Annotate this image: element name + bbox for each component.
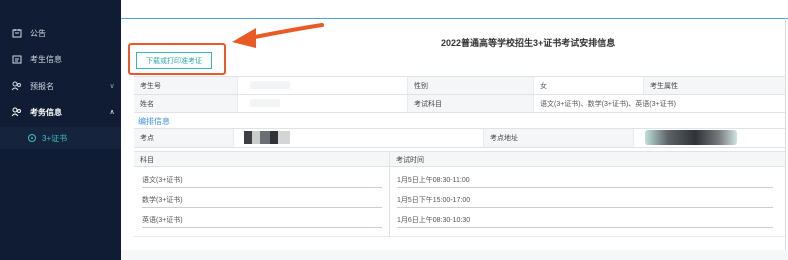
id-card-icon: [11, 54, 22, 65]
sidebar-subitem-label: 3+证书: [42, 133, 68, 143]
name-label: 姓名: [134, 95, 238, 112]
sidebar-subitem-3-plus-certificate[interactable]: 3+证书: [0, 127, 121, 149]
gender-value: 女: [534, 77, 644, 94]
frame-border: [785, 18, 786, 250]
notice-icon: [11, 28, 22, 39]
venue-address-label: 考点地址: [484, 129, 634, 147]
app-window: 公告 考生信息 预报名 ∨ 考务信息 ∧ 3+证书 2022普通高等学校招生3+…: [0, 0, 788, 260]
table-cell-time: 1月6日上午08:30-10:30: [397, 217, 471, 224]
redacted-value: [250, 99, 280, 107]
sidebar-item-label: 考务信息: [30, 107, 62, 117]
highlight-box: [128, 43, 226, 75]
table-cell-subject: 英语(3+证书): [142, 217, 183, 224]
venue-label: 考点: [134, 129, 234, 147]
column-divider: [389, 151, 390, 237]
row-divider: [142, 187, 382, 188]
redacted-value: [250, 81, 290, 89]
info-row-2: 姓名 考试科目 语文(3+证书)、数学(3+证书)、英语(3+证书): [134, 95, 785, 113]
row-divider: [397, 187, 773, 188]
section-title: 编排信息: [138, 117, 170, 126]
gender-label: 性别: [408, 77, 534, 94]
info-row-1: 考生号 性别 女 考生属性: [134, 77, 785, 95]
row-divider: [397, 207, 773, 208]
chevron-up-icon: ∧: [109, 109, 115, 116]
sidebar: 公告 考生信息 预报名 ∨ 考务信息 ∧ 3+证书: [0, 0, 121, 260]
sidebar-item-label: 预报名: [30, 81, 54, 91]
sidebar-item-candidate-info[interactable]: 考生信息: [0, 48, 121, 70]
redacted-venue: [244, 131, 290, 144]
chevron-down-icon: ∨: [109, 83, 115, 90]
sidebar-item-notice[interactable]: 公告: [0, 22, 121, 44]
users-icon: [11, 107, 22, 118]
column-header-time: 考试时间: [396, 157, 424, 164]
candidate-no-label: 考生号: [134, 77, 238, 94]
table-cell-subject: 数学(3+证书): [142, 197, 183, 204]
candidate-attribute-label: 考生属性: [644, 77, 785, 94]
redacted-venue-address: [645, 130, 737, 145]
top-divider: [121, 18, 788, 19]
exam-subjects-value: 语文(3+证书)、数学(3+证书)、英语(3+证书): [540, 100, 676, 108]
sidebar-item-exam-affairs[interactable]: 考务信息 ∧: [0, 101, 121, 123]
exam-subjects-label: 考试科目: [408, 95, 534, 112]
column-header-subject: 科目: [140, 157, 154, 164]
table-cell-time: 1月5日上午08:30-11:00: [397, 177, 470, 184]
table-cell-subject: 语文(3+证书): [142, 177, 183, 184]
row-divider: [397, 227, 773, 228]
row-divider: [142, 227, 382, 228]
sidebar-item-pre-registration[interactable]: 预报名 ∨: [0, 75, 121, 97]
footer-strip: [121, 250, 788, 260]
page-title: 2022普通高等学校招生3+证书考试安排信息: [441, 38, 616, 48]
sidebar-item-label: 公告: [30, 28, 46, 38]
exam-schedule-header: 科目 考试时间: [134, 151, 785, 167]
sidebar-item-label: 考生信息: [30, 54, 62, 64]
radio-dot-icon: [28, 134, 36, 142]
row-divider: [142, 207, 382, 208]
users-icon: [11, 81, 22, 92]
table-cell-time: 1月5日下午15:00-17:00: [397, 197, 471, 204]
